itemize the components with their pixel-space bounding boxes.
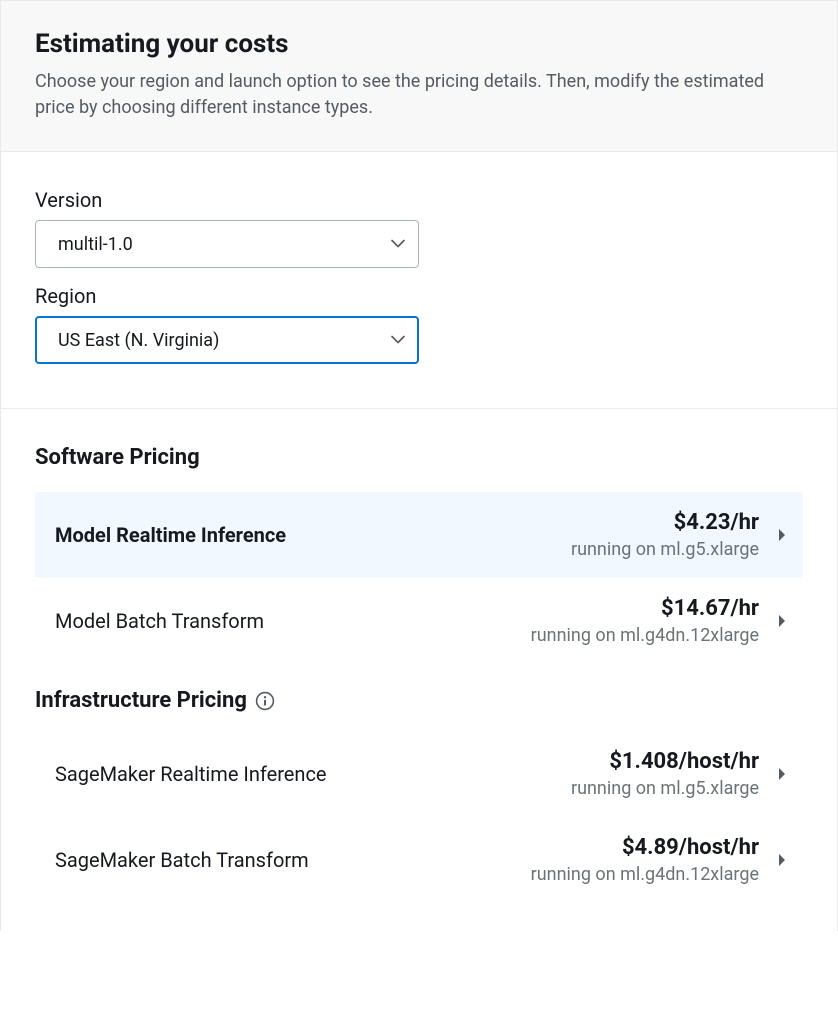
software-pricing-group: Model Realtime Inference $4.23/hr runnin…	[35, 492, 803, 664]
infrastructure-pricing-heading-text: Infrastructure Pricing	[35, 688, 247, 713]
region-select-wrap: US East (N. Virginia)	[35, 316, 419, 364]
pricing-row-subtext: running on ml.g4dn.12xlarge	[531, 864, 759, 885]
form-section: Version multil-1.0 Region US East (N. Vi…	[0, 152, 838, 408]
pricing-row-sagemaker-realtime[interactable]: SageMaker Realtime Inference $1.408/host…	[35, 731, 803, 817]
version-select-value: multil-1.0	[58, 234, 133, 255]
page-subtitle: Choose your region and launch option to …	[35, 69, 803, 121]
info-icon[interactable]	[255, 691, 275, 711]
pricing-row-price: $1.408/host/hr	[571, 749, 759, 774]
region-label: Region	[35, 284, 803, 308]
pricing-row-name: Model Realtime Inference	[55, 523, 571, 547]
software-pricing-heading: Software Pricing	[35, 445, 803, 470]
infrastructure-pricing-heading: Infrastructure Pricing	[35, 688, 803, 713]
pricing-row-price: $4.89/host/hr	[531, 835, 759, 860]
pricing-row-name: SageMaker Batch Transform	[55, 848, 531, 872]
version-select[interactable]: multil-1.0	[35, 220, 419, 268]
version-select-wrap: multil-1.0	[35, 220, 419, 268]
pricing-row-subtext: running on ml.g5.xlarge	[571, 539, 759, 560]
caret-right-icon	[777, 528, 787, 542]
header-section: Estimating your costs Choose your region…	[0, 0, 838, 152]
pricing-row-price: $4.23/hr	[571, 510, 759, 535]
pricing-row-realtime-inference[interactable]: Model Realtime Inference $4.23/hr runnin…	[35, 492, 803, 578]
pricing-row-price: $14.67/hr	[531, 596, 759, 621]
version-label: Version	[35, 188, 803, 212]
page-title: Estimating your costs	[35, 29, 803, 59]
pricing-row-name: SageMaker Realtime Inference	[55, 762, 571, 786]
caret-right-icon	[777, 853, 787, 867]
pricing-row-right: $14.67/hr running on ml.g4dn.12xlarge	[531, 596, 759, 646]
caret-right-icon	[777, 767, 787, 781]
pricing-row-name: Model Batch Transform	[55, 609, 531, 633]
pricing-row-subtext: running on ml.g5.xlarge	[571, 778, 759, 799]
infrastructure-pricing-group: SageMaker Realtime Inference $1.408/host…	[35, 731, 803, 903]
pricing-row-subtext: running on ml.g4dn.12xlarge	[531, 625, 759, 646]
pricing-row-sagemaker-batch[interactable]: SageMaker Batch Transform $4.89/host/hr …	[35, 817, 803, 903]
pricing-row-right: $4.23/hr running on ml.g5.xlarge	[571, 510, 759, 560]
pricing-row-batch-transform[interactable]: Model Batch Transform $14.67/hr running …	[35, 578, 803, 664]
pricing-row-right: $1.408/host/hr running on ml.g5.xlarge	[571, 749, 759, 799]
pricing-section: Software Pricing Model Realtime Inferenc…	[0, 408, 838, 931]
caret-right-icon	[777, 614, 787, 628]
region-select[interactable]: US East (N. Virginia)	[35, 316, 419, 364]
region-select-value: US East (N. Virginia)	[58, 330, 219, 351]
pricing-row-right: $4.89/host/hr running on ml.g4dn.12xlarg…	[531, 835, 759, 885]
